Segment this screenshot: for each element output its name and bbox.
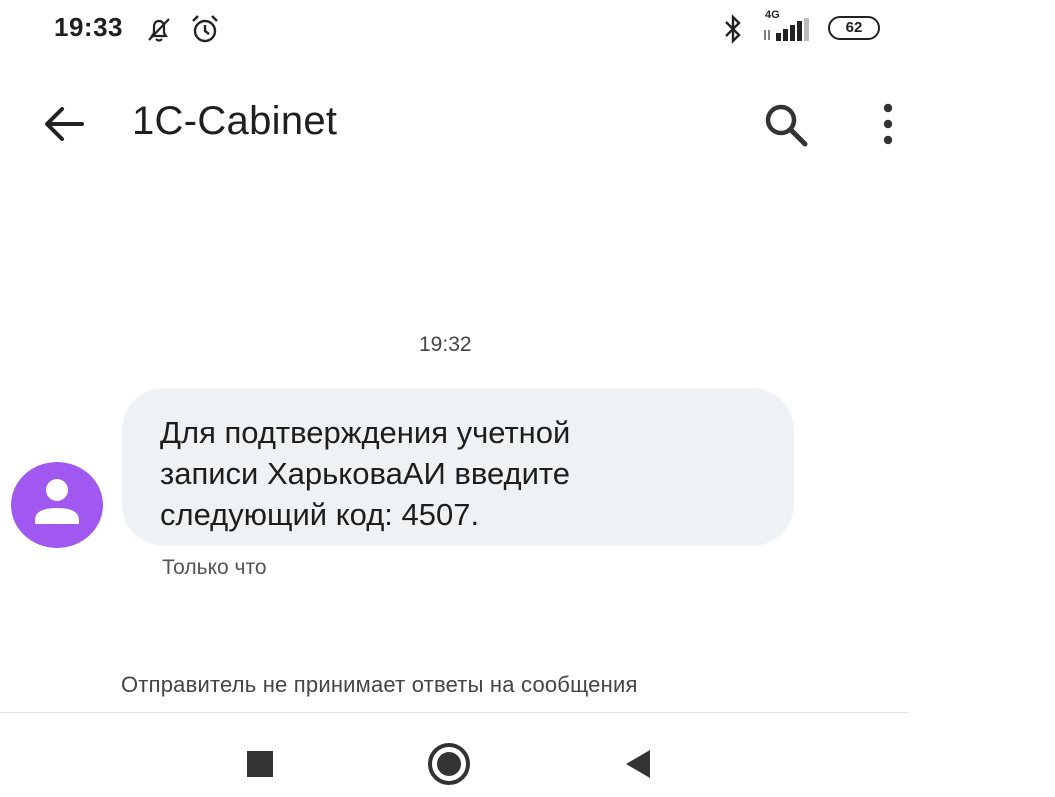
more-vert-icon[interactable] (876, 100, 900, 148)
search-icon[interactable] (763, 102, 809, 148)
message-status: Только что (162, 556, 267, 579)
recents-square-icon[interactable] (247, 751, 273, 777)
messages-screen: 19:33 4G 62 1C-Cabinet 19:32 Для подтвер… (0, 0, 908, 797)
message-bubble[interactable]: Для подтверждения учетной записи Харьков… (122, 388, 794, 546)
battery-level: 62 (845, 19, 863, 36)
message-timestamp: 19:32 (419, 333, 472, 356)
message-text: Для подтверждения учетной записи Харьков… (160, 415, 571, 532)
bell-off-icon (148, 18, 170, 42)
sender-notice: Отправитель не принимает ответы на сообщ… (121, 672, 638, 697)
back-triangle-icon[interactable] (622, 748, 652, 780)
conversation-title: 1C-Cabinet (132, 99, 338, 143)
avatar[interactable] (11, 462, 103, 548)
bluetooth-icon (725, 14, 741, 44)
signal-icon (764, 18, 809, 41)
back-arrow-icon[interactable] (42, 104, 86, 144)
alarm-icon (192, 15, 218, 43)
battery-icon: 62 (828, 16, 880, 40)
divider (0, 712, 908, 713)
home-circle-icon[interactable] (426, 741, 472, 787)
status-time: 19:33 (54, 12, 123, 42)
person-icon (35, 479, 79, 524)
